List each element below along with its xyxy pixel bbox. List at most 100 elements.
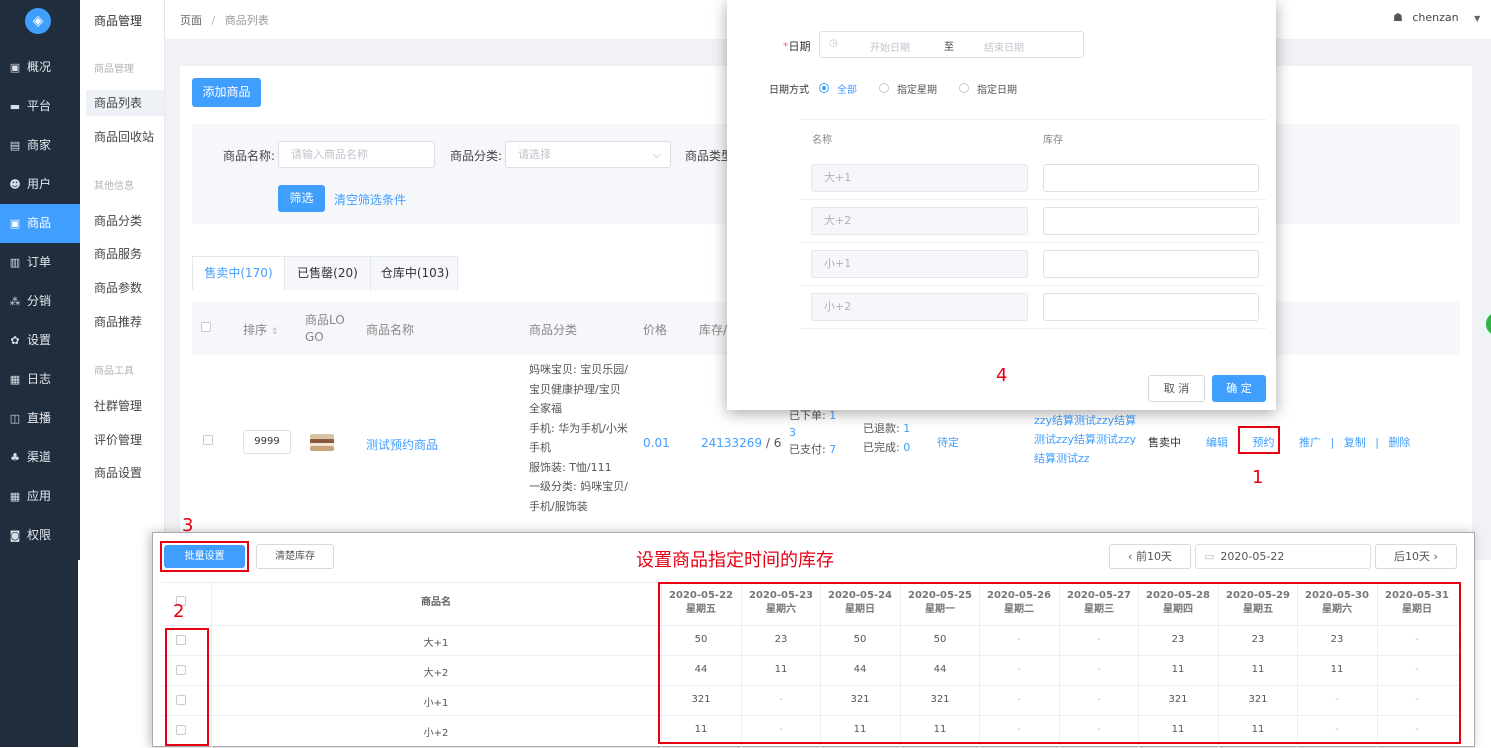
radio-all-label[interactable]: 全部 — [837, 81, 857, 96]
refunded-value[interactable]: 1 — [903, 422, 910, 435]
subnav-item-recycle[interactable]: 商品回收站 — [86, 124, 164, 150]
batch-set-button[interactable]: 批量设置 — [164, 545, 245, 568]
goods-name-input[interactable]: 请输入商品名称 — [278, 141, 435, 168]
settlement-text: zzy结算测试zzy结算 测试zzy结算测试zzy 结算测试zz — [1034, 411, 1144, 468]
date-picker-input[interactable]: ▭ 2020-05-22 — [1195, 544, 1371, 569]
annotation-number-1: 1 — [1252, 467, 1264, 488]
subnav-item-settings[interactable]: 商品设置 — [86, 460, 164, 486]
sidebar-item[interactable]: ▦ 日志 — [0, 360, 80, 399]
prev-10-days-button[interactable]: ‹ 前10天 — [1109, 544, 1191, 569]
sidebar-item[interactable]: ☻ 用户 — [0, 165, 80, 204]
sidebar-item[interactable]: ▣ 概况 — [0, 48, 80, 87]
annotation-number-4: 4 — [996, 365, 1008, 386]
sidebar-item[interactable]: ▬ 平台 — [0, 87, 80, 126]
dialog-stock-input[interactable] — [1043, 207, 1259, 235]
select-all-checkbox[interactable] — [201, 322, 211, 332]
chevron-down-icon: ⌵ — [652, 148, 661, 161]
stock-link[interactable]: 24133269 — [701, 436, 762, 450]
start-date-input[interactable]: 开始日期 — [870, 39, 910, 54]
price-value: 0.01 — [643, 436, 670, 450]
sort-icon: ⇕ — [270, 327, 279, 337]
subnav-item-params[interactable]: 商品参数 — [86, 275, 164, 301]
subnav-item-community[interactable]: 社群管理 — [86, 393, 164, 419]
log-icon: ▦ — [9, 373, 21, 386]
ordered-value[interactable]: 1 — [829, 409, 836, 422]
clear-stock-button[interactable]: 清楚库存 — [256, 544, 334, 569]
copy-link[interactable]: 复制 — [1344, 436, 1366, 449]
subnav-item-goods-list[interactable]: 商品列表 — [86, 90, 164, 116]
subnav-item-category[interactable]: 商品分类 — [86, 208, 164, 234]
tab-warehouse[interactable]: 仓库中(103) — [371, 257, 459, 291]
user-icon: ☗ — [1393, 11, 1403, 24]
clear-filter-link[interactable]: 清空筛选条件 — [334, 191, 406, 208]
goods-name-link[interactable]: 测试预约商品 — [366, 436, 438, 453]
sidebar-item[interactable]: ▦ 应用 — [0, 477, 80, 516]
subnav-item-review[interactable]: 评价管理 — [86, 427, 164, 453]
next-10-days-button[interactable]: 后10天 › — [1375, 544, 1457, 569]
category-header: 商品分类 — [529, 323, 578, 337]
category-line: 全家福 — [529, 402, 562, 415]
name-header: 商品名称 — [366, 323, 415, 337]
paid-value[interactable]: 7 — [829, 443, 836, 456]
subnav-item-service[interactable]: 商品服务 — [86, 241, 164, 267]
tab-sold-out[interactable]: 已售罄(20) — [285, 257, 371, 291]
sidebar-item[interactable]: ▣ 商品 — [0, 204, 80, 243]
category-line: 一级分类: 妈咪宝贝/ — [529, 480, 628, 493]
app-logo-icon[interactable]: ◈ — [25, 8, 51, 34]
dialog-row-line — [801, 242, 1266, 243]
sort-header-label: 排序 — [243, 323, 268, 337]
subnav-group-tools: 商品工具 — [94, 366, 134, 377]
subnav-item-recommend[interactable]: 商品推荐 — [86, 309, 164, 335]
tab-on-sale[interactable]: 售卖中(170) — [193, 257, 285, 291]
radio-date-label[interactable]: 指定日期 — [977, 81, 1017, 96]
radio-weekday-label[interactable]: 指定星期 — [897, 81, 937, 96]
sidebar-item[interactable]: ▥ 订单 — [0, 243, 80, 282]
sidebar-item-label: 分销 — [27, 294, 52, 308]
add-goods-button[interactable]: 添加商品 — [192, 78, 261, 107]
breadcrumb-root[interactable]: 页面 — [180, 14, 202, 27]
category-line: 手机 — [529, 441, 551, 454]
filter-button[interactable]: 筛选 — [278, 185, 325, 212]
row-checkbox[interactable] — [203, 435, 213, 445]
end-date-input[interactable]: 结束日期 — [984, 39, 1024, 54]
promote-link[interactable]: 推广 — [1299, 436, 1321, 449]
dialog-stock-input[interactable] — [1043, 164, 1259, 192]
sidebar-item[interactable]: ◙ 权限 — [0, 516, 80, 555]
ordered-label: 已下单: — [789, 409, 826, 422]
radio-all[interactable] — [819, 83, 829, 93]
dialog-stock-input[interactable] — [1043, 293, 1259, 321]
sidebar-item[interactable]: ♣ 渠道 — [0, 438, 80, 477]
ordered-extra[interactable]: 3 — [789, 424, 836, 441]
user-menu[interactable]: ☗ chenzan ▼ — [1393, 11, 1480, 24]
radio-weekday[interactable] — [879, 83, 889, 93]
refund-stats: 已退款: 1 已完成: 0 — [863, 419, 910, 457]
settlement-line[interactable]: zzy结算测试zzy结算 — [1034, 411, 1144, 430]
done-value[interactable]: 0 — [903, 441, 910, 454]
sidebar-item[interactable]: ✿ 设置 — [0, 321, 80, 360]
shop-icon: ▤ — [9, 139, 21, 152]
dialog-stock-input[interactable] — [1043, 250, 1259, 278]
monitor-icon: ▣ — [9, 61, 21, 74]
confirm-button[interactable]: 确 定 — [1212, 375, 1266, 402]
logo-header: 商品LOGO — [305, 313, 345, 344]
sidebar-item[interactable]: ▤ 商家 — [0, 126, 80, 165]
sort-header[interactable]: 排序 ⇕ — [243, 321, 278, 338]
range-separator: 至 — [944, 42, 954, 53]
settlement-line[interactable]: 结算测试zz — [1034, 449, 1144, 468]
sidebar-item[interactable]: ◫ 直播 — [0, 399, 80, 438]
sidebar-item[interactable]: ⁂ 分销 — [0, 282, 80, 321]
delete-link[interactable]: 删除 — [1388, 436, 1410, 449]
date-picker-value: 2020-05-22 — [1220, 550, 1285, 563]
cancel-button[interactable]: 取 消 — [1148, 375, 1205, 402]
panel-title: 设置商品指定时间的库存 — [636, 550, 834, 571]
settlement-line[interactable]: 测试zzy结算测试zzy — [1034, 430, 1144, 449]
category-line: 宝贝健康护理/宝贝 — [529, 382, 621, 396]
date-range-picker[interactable]: ◷ 开始日期 至 结束日期 — [819, 31, 1084, 58]
sidebar-item-label: 用户 — [27, 177, 52, 191]
sort-input[interactable]: 9999 — [243, 430, 291, 454]
dialog-row-line — [801, 285, 1266, 286]
category-select[interactable]: 请选择 ⌵ — [505, 141, 671, 168]
stock-header: 库存/ — [699, 323, 728, 337]
edit-link[interactable]: 编辑 — [1206, 436, 1228, 449]
radio-date[interactable] — [959, 83, 969, 93]
